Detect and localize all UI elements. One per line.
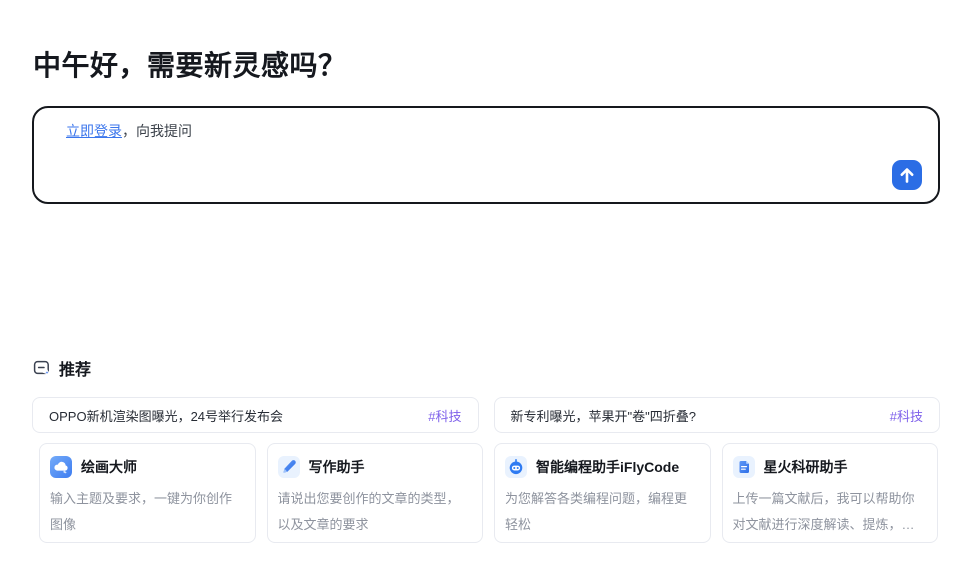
assistant-card-painting[interactable]: 绘画大师 输入主题及要求，一键为你创作图像 (39, 443, 256, 543)
assistant-cards-row: 绘画大师 输入主题及要求，一键为你创作图像 写作助手 请说出您要创作的文章的类型… (39, 443, 938, 543)
prompt-placeholder-text: ，向我提问 (122, 123, 192, 139)
assistant-card-research[interactable]: 星火科研助手 上传一篇文献后，我可以帮助你对文献进行深度解读、提炼，提升科研..… (722, 443, 939, 543)
news-text: OPPO新机渲染图曝光，24号举行发布会 (49, 406, 283, 425)
assistant-desc: 为您解答各类编程问题，编程更轻松 (505, 486, 700, 538)
document-icon (733, 456, 755, 478)
assistant-title: 智能编程助手iFlyCode (536, 457, 679, 477)
news-item-apple[interactable]: 新专利曝光，苹果开"卷"四折叠? #科技 (494, 397, 941, 433)
assistant-title: 写作助手 (309, 457, 365, 477)
send-button[interactable] (892, 160, 922, 190)
news-tag[interactable]: #科技 (428, 406, 461, 425)
assistant-title: 星火科研助手 (764, 457, 848, 477)
assistant-card-writing[interactable]: 写作助手 请说出您要创作的文章的类型，以及文章的要求 (267, 443, 484, 543)
arrow-up-icon (892, 160, 922, 190)
assistant-desc: 上传一篇文献后，我可以帮助你对文献进行深度解读、提炼，提升科研... (733, 486, 928, 538)
prompt-input[interactable]: 立即登录，向我提问 (32, 106, 940, 204)
recommend-header: 推荐 (33, 356, 91, 380)
compose-plus-icon (33, 359, 51, 377)
news-item-oppo[interactable]: OPPO新机渲染图曝光，24号举行发布会 #科技 (32, 397, 479, 433)
pen-icon (278, 456, 300, 478)
paint-cloud-icon (50, 456, 72, 478)
greeting-title: 中午好，需要新灵感吗？ (33, 44, 347, 84)
assistant-desc: 请说出您要创作的文章的类型，以及文章的要求 (278, 486, 473, 538)
robot-icon (505, 456, 527, 478)
news-tag[interactable]: #科技 (890, 406, 923, 425)
prompt-placeholder: 立即登录，向我提问 (66, 121, 192, 141)
assistant-title: 绘画大师 (81, 457, 137, 477)
news-text: 新专利曝光，苹果开"卷"四折叠? (511, 406, 696, 425)
recommend-title: 推荐 (59, 356, 91, 380)
news-row: OPPO新机渲染图曝光，24号举行发布会 #科技 新专利曝光，苹果开"卷"四折叠… (32, 397, 940, 433)
login-link[interactable]: 立即登录 (66, 123, 122, 139)
assistant-desc: 输入主题及要求，一键为你创作图像 (50, 486, 245, 538)
assistant-card-iflycode[interactable]: 智能编程助手iFlyCode 为您解答各类编程问题，编程更轻松 (494, 443, 711, 543)
